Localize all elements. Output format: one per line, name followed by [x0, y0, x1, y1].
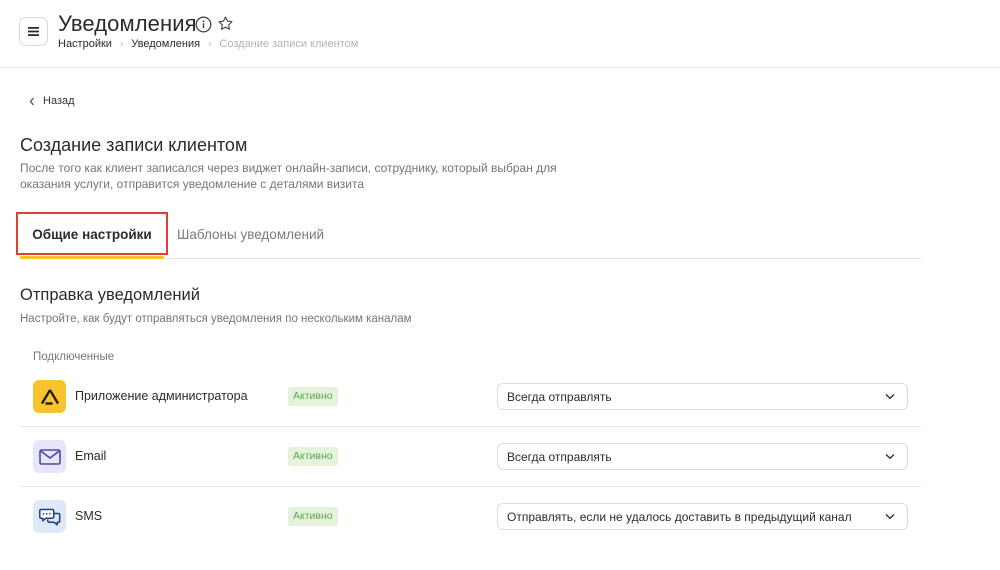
info-icon[interactable]: [195, 16, 212, 33]
chevron-down-icon: [885, 453, 895, 460]
admin-app-icon: [33, 380, 66, 413]
back-link[interactable]: Назад: [29, 95, 75, 107]
chevron-left-icon: [29, 97, 34, 105]
channel-name: Приложение администратора: [75, 389, 248, 403]
breadcrumb-settings[interactable]: Настройки: [58, 38, 112, 50]
select-value: Всегда отправлять: [507, 390, 612, 404]
breadcrumb-separator-icon: ›: [119, 38, 124, 50]
tab-notification-templates[interactable]: Шаблоны уведомлений: [177, 210, 324, 258]
mail-icon: [33, 440, 66, 473]
channel-row-email: Email Активно Всегда отправлять: [20, 427, 921, 487]
chevron-down-icon: [885, 513, 895, 520]
status-badge: Активно: [288, 447, 338, 466]
breadcrumb-separator-icon: ›: [208, 38, 212, 50]
hamburger-icon: [28, 27, 39, 36]
connected-group-label: Подключенные: [33, 351, 115, 363]
page-title: Уведомления: [58, 11, 197, 36]
select-value: Всегда отправлять: [507, 450, 612, 464]
status-badge: Активно: [288, 507, 338, 526]
channel-row-admin-app: Приложение администратора Активно Всегда…: [20, 367, 921, 427]
channel-name: Email: [75, 449, 107, 463]
channel-name: SMS: [75, 509, 103, 523]
chevron-down-icon: [885, 393, 895, 400]
page-description: После того как клиент записался через ви…: [20, 161, 557, 191]
channel-row-sms: SMS Активно Отправлять, если не удалось …: [20, 487, 921, 547]
back-label: Назад: [43, 95, 75, 107]
page-header: Уведомления Настройки › Уведомления › Со…: [0, 0, 1000, 68]
breadcrumb: Настройки › Уведомления › Создание запис…: [58, 38, 358, 50]
select-value: Отправлять, если не удалось доставить в …: [507, 510, 852, 524]
status-badge: Активно: [288, 387, 338, 406]
breadcrumb-notifications[interactable]: Уведомления: [131, 38, 200, 50]
tab-general-settings[interactable]: Общие настройки: [20, 210, 164, 259]
sms-chat-icon: [33, 500, 66, 533]
star-icon[interactable]: [217, 15, 234, 32]
menu-button[interactable]: [19, 17, 48, 46]
section-heading: Отправка уведомлений: [20, 286, 200, 304]
send-mode-select[interactable]: Отправлять, если не удалось доставить в …: [497, 503, 908, 530]
page-heading: Создание записи клиентом: [20, 135, 248, 155]
send-mode-select[interactable]: Всегда отправлять: [497, 383, 908, 410]
send-mode-select[interactable]: Всегда отправлять: [497, 443, 908, 470]
section-description: Настройте, как будут отправляться уведом…: [20, 313, 412, 325]
breadcrumb-current: Создание записи клиентом: [219, 38, 359, 50]
tabs: Общие настройки Шаблоны уведомлений: [20, 210, 921, 259]
